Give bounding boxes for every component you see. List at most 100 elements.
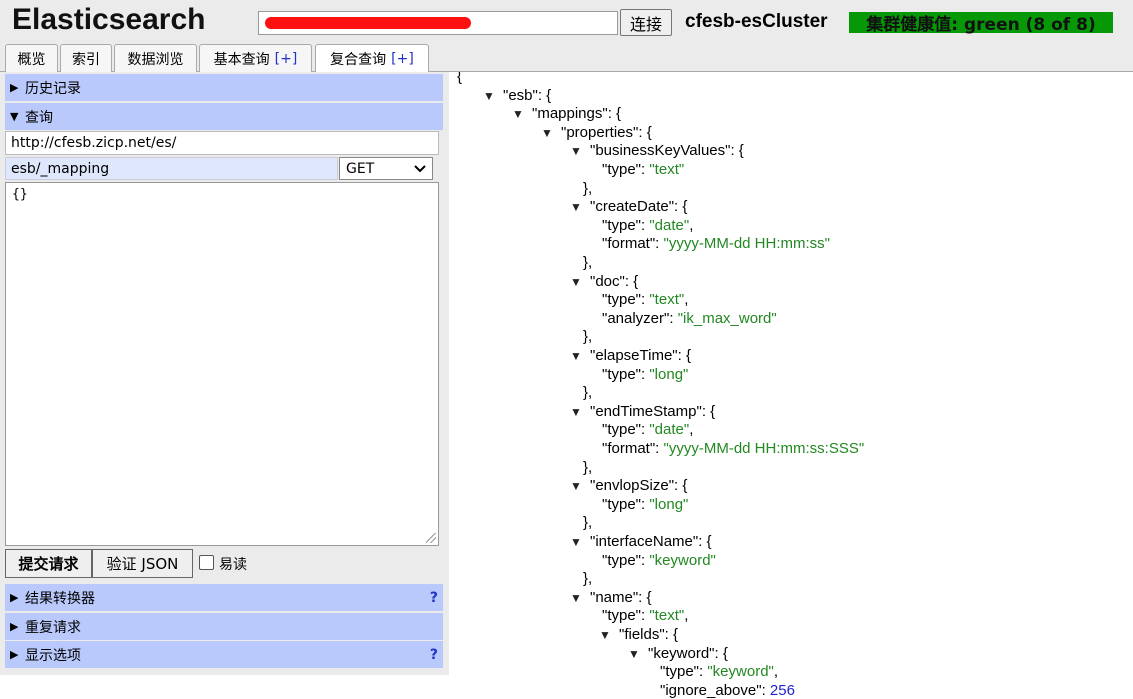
json-value: "long" [649,495,689,513]
json-punctuation: : { [638,123,652,141]
tab-structured-query[interactable]: 基本查询 [+] [199,44,312,72]
json-key: "type" [602,365,642,383]
json-value: "text" [649,607,685,625]
json-value: "ik_max_word" [677,309,777,327]
display-options-section-header[interactable]: ▶ 显示选项 ? [5,641,443,668]
collapse-toggle-icon[interactable]: ▼ [599,626,613,644]
json-punctuation: : { [664,626,679,643]
json-punctuation: : { [714,644,728,662]
connect-button[interactable]: 连接 [620,9,672,36]
json-line: }, [583,384,592,402]
json-line: }, [583,328,592,346]
method-select[interactable]: GET [339,157,433,180]
json-key: "keyword" [648,644,715,662]
cluster-name: cfesb-esCluster [685,11,828,32]
json-key: "businessKeyValues" [590,142,731,160]
json-punctuation: , [684,607,689,625]
tab-any-request[interactable]: 复合查询 [+] [315,44,429,72]
json-line: "type": "long" [602,495,689,513]
json-result-view: {▼ "esb": {▼ "mappings": {▼ "properties": {… [449,72,1133,699]
collapse-toggle-icon[interactable]: ▼ [570,533,584,551]
json-punctuation: }, [583,254,593,271]
app-title: Elasticsearch [12,3,206,36]
tab-label: 概览 [17,51,46,68]
json-key: "format" [602,440,656,457]
json-line: ▼ "mappings": { [512,105,621,123]
history-section-header[interactable]: ▶ 历史记录 [5,74,443,101]
json-line: ▼ "endTimeStamp": { [570,403,715,421]
tab-label: 索引 [72,51,100,68]
collapse-toggle-icon[interactable]: ▼ [570,347,584,365]
json-line: }, [583,254,592,272]
json-line: ▼ "createDate": { [570,198,687,216]
json-line: ▼ "interfaceName": { [570,533,712,551]
collapse-toggle-icon[interactable]: ▼ [628,645,642,663]
resize-grip-icon[interactable] [426,533,436,543]
collapse-toggle-icon[interactable]: ▼ [541,124,555,142]
json-line: "type": "text", [602,607,689,625]
json-value: "yyyy-MM-dd HH:mm:ss" [663,235,830,253]
transformer-section-header[interactable]: ▶ 结果转换器 ? [5,584,443,611]
section-label: 显示选项 [25,647,81,664]
json-line: }, [583,570,592,588]
help-icon[interactable]: ? [430,590,438,606]
tab-add-button[interactable]: [+] [391,51,414,67]
json-key: "type" [660,663,700,681]
triangle-right-icon: ▶ [10,648,19,661]
triangle-right-icon: ▶ [10,591,19,604]
json-line: ▼ "name": { [570,589,652,607]
json-value: "date" [649,421,690,439]
json-line: ▼ "keyword": { [628,645,728,663]
json-line: }, [583,514,592,532]
tab-indices[interactable]: 索引 [60,44,112,72]
json-line: ▼ "businessKeyValues": { [570,142,744,160]
query-section-header[interactable]: ▼ 查询 [5,103,443,130]
request-panel: ▶ 历史记录 ▼ 查询 http://cfesb.zicp.net/es/ es… [0,72,449,675]
json-line: "type": "text" [602,161,685,178]
pretty-checkbox[interactable] [199,555,214,570]
json-punctuation: : { [638,588,652,606]
json-punctuation: , [689,216,694,234]
json-value: "text" [649,291,685,309]
collapse-toggle-icon[interactable]: ▼ [570,198,584,216]
tab-add-button[interactable]: [+] [275,51,298,67]
json-value: "text" [649,161,685,178]
json-key: "endTimeStamp" [590,402,702,420]
validate-json-button[interactable]: 验证 JSON [92,549,193,578]
collapse-toggle-icon[interactable]: ▼ [570,477,584,495]
collapse-toggle-icon[interactable]: ▼ [570,142,584,160]
tab-browser[interactable]: 数据浏览 [114,44,197,72]
json-key: "type" [602,161,642,178]
method-value: GET [346,160,375,177]
collapse-toggle-icon[interactable]: ▼ [483,87,497,105]
json-key: "type" [602,607,642,625]
json-line: "ignore_above": 256 [660,681,795,699]
section-label: 结果转换器 [25,590,95,607]
json-key: "type" [602,421,642,439]
json-punctuation: : { [701,402,716,420]
json-value: "long" [649,365,689,383]
help-icon[interactable]: ? [430,647,438,663]
collapse-toggle-icon[interactable]: ▼ [570,403,584,421]
collapse-toggle-icon[interactable]: ▼ [512,105,526,123]
json-key: "analyzer" [602,309,670,327]
json-value: 256 [769,681,795,699]
tab-label: 数据浏览 [127,51,184,68]
json-key: "ignore_above" [660,681,762,699]
request-body-editor[interactable]: {} [5,182,439,546]
section-label: 历史记录 [25,80,81,97]
json-line: }, [583,459,592,477]
tab-overview[interactable]: 概览 [5,44,58,72]
json-line: "type": "long" [602,365,689,383]
json-line: "type": "text", [602,291,689,309]
json-line: ▼ "esb": { [483,87,551,105]
request-path-input[interactable]: esb/_mapping [5,157,338,180]
section-label: 查询 [25,109,53,126]
collapse-toggle-icon[interactable]: ▼ [570,273,584,291]
base-url-input[interactable]: http://cfesb.zicp.net/es/ [5,131,439,155]
collapse-toggle-icon[interactable]: ▼ [570,589,584,607]
submit-request-button[interactable]: 提交请求 [5,549,92,578]
json-line: "type": "keyword", [660,663,779,681]
repeat-section-header[interactable]: ▶ 重复请求 [5,613,443,640]
cluster-url-input[interactable] [258,11,618,35]
